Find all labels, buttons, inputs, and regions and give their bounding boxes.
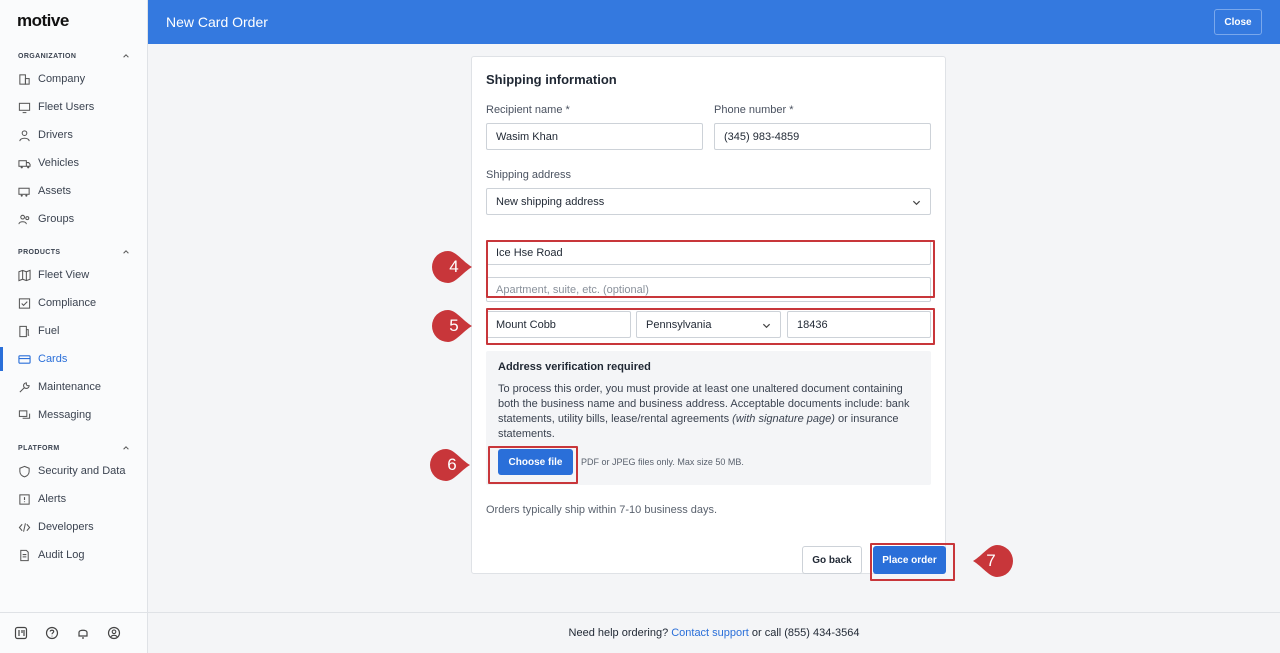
dashboard-icon[interactable] [14,626,28,640]
chevron-down-icon [762,323,771,329]
close-button[interactable]: Close [1214,9,1262,35]
section-organization[interactable]: ORGANIZATION [18,52,130,60]
shipping-information-title: Shipping information [486,72,617,87]
annotation-marker-4: 4 [432,251,472,283]
choose-file-button[interactable]: Choose file [498,449,573,475]
street-address-input[interactable]: Ice Hse Road [486,240,931,265]
section-platform[interactable]: PLATFORM [18,444,130,452]
monitor-icon [18,101,31,114]
chevron-down-icon [912,200,921,206]
state-select[interactable]: Pennsylvania [636,311,781,338]
sidebar-footer [0,612,147,653]
user-icon[interactable] [107,626,121,640]
contact-support-link[interactable]: Contact support [671,627,749,639]
shield-icon [18,465,31,478]
motive-logo[interactable]: motive [17,11,69,31]
sidebar-item-assets[interactable]: Assets [0,179,147,203]
sidebar-item-fleet-view[interactable]: Fleet View [0,263,147,287]
file-hint: PDF or JPEG files only. Max size 50 MB. [581,457,744,467]
section-products[interactable]: PRODUCTS [18,248,130,256]
annotation-marker-7: 7 [955,545,1013,577]
phone-number-label: Phone number * [714,104,794,116]
card-icon [18,353,31,366]
shipping-time-note: Orders typically ship within 7-10 busine… [486,504,718,516]
bell-icon[interactable] [76,626,90,640]
group-icon [18,213,31,226]
sidebar-item-compliance[interactable]: Compliance [0,291,147,315]
shipping-address-label: Shipping address [486,169,572,181]
sidebar: motive ORGANIZATION Company Fleet Users … [0,0,148,653]
sidebar-item-audit-log[interactable]: Audit Log [0,543,147,567]
page-header: New Card Order Close [148,0,1280,44]
building-icon [18,73,31,86]
sidebar-item-alerts[interactable]: Alerts [0,487,147,511]
code-icon [18,521,31,534]
document-icon [18,549,31,562]
annotation-marker-6: 6 [430,449,470,481]
apartment-input[interactable]: Apartment, suite, etc. (optional) [486,277,931,302]
truck-icon [18,157,31,170]
compliance-icon [18,297,31,310]
map-icon [18,269,31,282]
chevron-up-icon [123,446,129,450]
message-icon [18,409,31,422]
sidebar-item-vehicles[interactable]: Vehicles [0,151,147,175]
sidebar-item-groups[interactable]: Groups [0,207,147,231]
sidebar-item-fleet-users[interactable]: Fleet Users [0,95,147,119]
wrench-icon [18,381,31,394]
chevron-up-icon [123,250,129,254]
sidebar-item-messaging[interactable]: Messaging [0,403,147,427]
address-verification-panel: Address verification required To process… [486,351,931,485]
sidebar-item-cards[interactable]: Cards [0,347,147,371]
sidebar-item-maintenance[interactable]: Maintenance [0,375,147,399]
person-icon [18,129,31,142]
sidebar-item-security-and-data[interactable]: Security and Data [0,459,147,483]
annotation-marker-5: 5 [432,310,472,342]
go-back-button[interactable]: Go back [802,546,862,574]
sidebar-item-company[interactable]: Company [0,67,147,91]
help-footer: Need help ordering? Contact support or c… [148,612,1280,653]
trailer-icon [18,185,31,198]
sidebar-item-fuel[interactable]: Fuel [0,319,147,343]
city-input[interactable]: Mount Cobb [486,311,631,338]
fuel-icon [18,325,31,338]
phone-number-input[interactable]: (345) 983-4859 [714,123,931,150]
recipient-name-input[interactable]: Wasim Khan [486,123,703,150]
verification-title: Address verification required [498,361,651,373]
sidebar-item-developers[interactable]: Developers [0,515,147,539]
recipient-name-label: Recipient name * [486,104,570,116]
sidebar-item-drivers[interactable]: Drivers [0,123,147,147]
alert-icon [18,493,31,506]
shipping-information-card: Shipping information Recipient name * Wa… [471,56,946,574]
chevron-up-icon [123,54,129,58]
place-order-button[interactable]: Place order [873,546,946,574]
shipping-address-select[interactable]: New shipping address [486,188,931,215]
help-icon[interactable] [45,626,59,640]
verification-text: To process this order, you must provide … [498,383,910,440]
zip-code-input[interactable]: 18436 [787,311,931,338]
main-content: Shipping information Recipient name * Wa… [148,44,1280,612]
page-title: New Card Order [166,14,268,30]
